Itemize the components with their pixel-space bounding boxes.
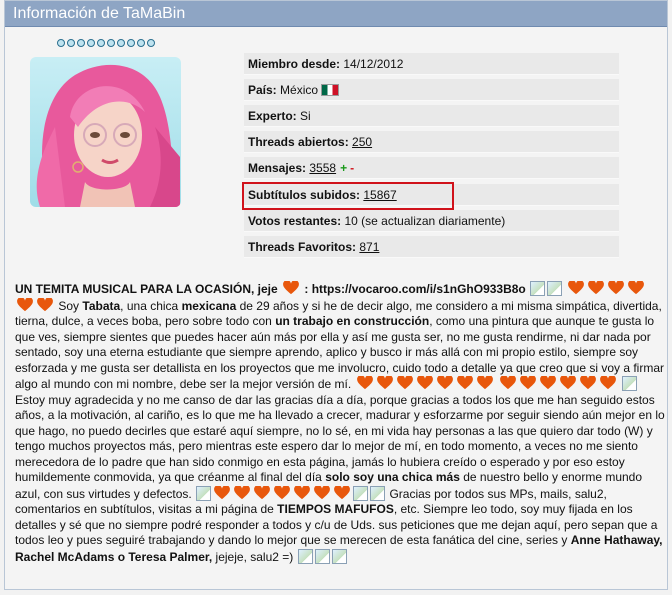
rank-dot bbox=[97, 39, 105, 47]
rank-dot bbox=[127, 39, 135, 47]
miembro-label: Miembro desde: bbox=[248, 57, 341, 71]
heart-icon bbox=[568, 281, 585, 295]
heart-icon bbox=[539, 376, 556, 390]
pais-value: México bbox=[280, 83, 319, 97]
heart-icon bbox=[37, 297, 53, 311]
heart-icon bbox=[579, 376, 596, 390]
heart-icon bbox=[314, 485, 330, 499]
favoritos-label: Threads Favoritos: bbox=[248, 240, 357, 254]
heart-icon bbox=[274, 485, 290, 499]
info-row-favoritos: Threads Favoritos: 871 bbox=[244, 236, 619, 258]
bio-text-9: jejeje, salu2 =) bbox=[215, 549, 294, 564]
heart-icon bbox=[436, 376, 453, 390]
heart-icon bbox=[334, 485, 350, 499]
bio-tiempos: TIEMPOS MAFUFOS bbox=[277, 502, 394, 516]
heart-icon bbox=[608, 281, 625, 295]
heart-icon bbox=[214, 485, 230, 499]
mexico-flag-icon bbox=[321, 84, 340, 96]
broken-image-icon bbox=[314, 548, 330, 564]
heart-icon bbox=[588, 281, 605, 295]
mensajes-link[interactable]: 3558 bbox=[309, 161, 336, 175]
rank-dot bbox=[77, 39, 85, 47]
info-row-votos: Votos restantes: 10 (se actualizan diari… bbox=[244, 210, 619, 232]
heart-icon bbox=[456, 376, 473, 390]
rank-dot bbox=[67, 39, 75, 47]
heart-icon bbox=[396, 376, 413, 390]
rank-dot bbox=[147, 39, 155, 47]
info-row-miembro: Miembro desde: 14/12/2012 bbox=[244, 53, 619, 75]
threads-label: Threads abiertos: bbox=[248, 135, 349, 149]
votos-label: Votos restantes: bbox=[248, 214, 342, 228]
rank-dot bbox=[117, 39, 125, 47]
rank-dot bbox=[107, 39, 115, 47]
heart-icon bbox=[283, 281, 299, 295]
broken-image-icon bbox=[370, 485, 386, 501]
broken-image-icon bbox=[196, 485, 212, 501]
bio-text-2: , una chica bbox=[120, 298, 179, 313]
heart-icon bbox=[17, 297, 33, 311]
experto-label: Experto: bbox=[248, 109, 297, 123]
broken-image-icon bbox=[547, 281, 563, 296]
heart-icon bbox=[599, 376, 616, 390]
broken-image-icon bbox=[353, 485, 369, 501]
bio-mexicana: mexicana bbox=[181, 298, 237, 313]
bio-link: : https://vocaroo.com/i/s1nGhO933B8o bbox=[304, 282, 526, 296]
rank-dot bbox=[137, 39, 145, 47]
favoritos-link[interactable]: 871 bbox=[359, 240, 379, 254]
heart-icon bbox=[376, 376, 393, 390]
rank-dots bbox=[57, 39, 155, 47]
avatar bbox=[30, 57, 181, 207]
bio-text-1: Soy bbox=[58, 298, 80, 313]
info-row-experto: Experto: Si bbox=[244, 105, 619, 127]
info-row-mensajes: Mensajes: 3558 + - bbox=[244, 157, 619, 179]
panel-title: Información de TaMaBin bbox=[5, 1, 667, 27]
heart-icon bbox=[559, 376, 576, 390]
heart-icon bbox=[356, 376, 373, 390]
mensajes-label: Mensajes: bbox=[248, 161, 307, 175]
rank-dot bbox=[57, 39, 65, 47]
miembro-value: 14/12/2012 bbox=[343, 57, 404, 71]
bio-heading: UN TEMITA MUSICAL PARA LA OCASIÓN, jeje bbox=[15, 282, 278, 296]
votos-value: 10 (se actualizan diariamente) bbox=[344, 214, 506, 228]
bio-trabajo: un trabajo en construcción bbox=[275, 314, 430, 328]
bio-chica: solo soy una chica más bbox=[325, 470, 460, 484]
info-row-threads: Threads abiertos: 250 bbox=[244, 131, 619, 153]
broken-image-icon bbox=[530, 281, 546, 296]
bio-text: UN TEMITA MUSICAL PARA LA OCASIÓN, jeje … bbox=[15, 281, 667, 565]
profile-panel: Información de TaMaBin Miembro desde: 14… bbox=[4, 0, 668, 590]
heart-icon bbox=[628, 281, 645, 295]
experto-value: Si bbox=[300, 109, 311, 123]
plus-icon[interactable]: + bbox=[340, 161, 347, 175]
heart-icon bbox=[499, 376, 516, 390]
broken-image-icon bbox=[297, 548, 313, 564]
heart-icon bbox=[476, 376, 493, 390]
broken-image-icon bbox=[331, 548, 347, 564]
broken-image-icon bbox=[622, 376, 638, 391]
heart-icon bbox=[519, 376, 536, 390]
bio-name: Tabata bbox=[82, 298, 121, 313]
heart-icon bbox=[416, 376, 433, 390]
threads-link[interactable]: 250 bbox=[352, 135, 372, 149]
pais-label: País: bbox=[248, 83, 277, 97]
minus-icon[interactable]: - bbox=[350, 161, 354, 175]
heart-icon bbox=[234, 485, 250, 499]
heart-icon bbox=[254, 485, 270, 499]
heart-icon bbox=[294, 485, 310, 499]
rank-dot bbox=[87, 39, 95, 47]
highlight-box bbox=[242, 182, 454, 210]
info-row-pais: País: México bbox=[244, 79, 619, 101]
